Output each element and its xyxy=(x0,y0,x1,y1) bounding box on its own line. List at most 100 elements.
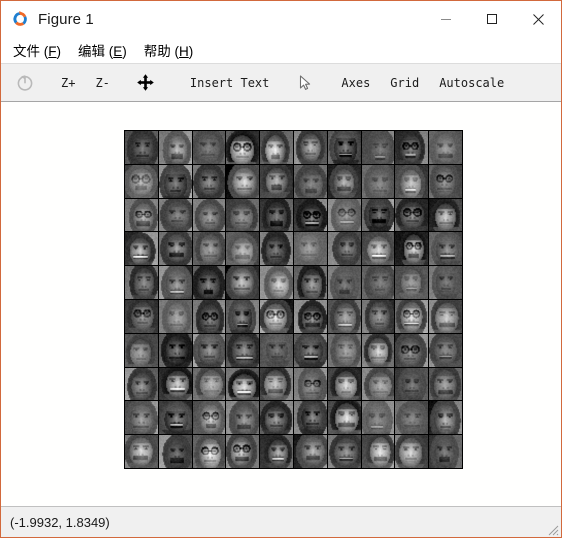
face-tile xyxy=(226,266,260,299)
face-thumbnail xyxy=(361,367,395,401)
face-thumbnail xyxy=(260,232,293,266)
face-thumbnail xyxy=(293,266,327,299)
face-tile xyxy=(429,333,462,367)
face-tile xyxy=(260,198,293,232)
face-tile xyxy=(361,367,395,401)
face-thumbnail xyxy=(429,232,462,266)
face-tile xyxy=(226,164,260,198)
figure-canvas[interactable] xyxy=(1,102,561,506)
face-thumbnail xyxy=(327,131,361,164)
face-thumbnail xyxy=(395,131,429,164)
reset-rotation-icon xyxy=(17,74,33,91)
face-thumbnail xyxy=(260,435,293,468)
face-thumbnail xyxy=(395,435,429,468)
insert-text-button[interactable]: Insert Text xyxy=(180,67,279,98)
zoom-out-button[interactable]: Z- xyxy=(85,67,119,98)
face-tile xyxy=(192,435,226,468)
close-button[interactable] xyxy=(515,1,561,37)
resize-grip-icon[interactable] xyxy=(545,522,559,536)
face-tile xyxy=(361,266,395,299)
face-thumbnail xyxy=(395,367,429,401)
face-tile xyxy=(125,266,158,299)
face-thumbnail xyxy=(361,198,395,232)
face-thumbnail xyxy=(429,266,462,299)
face-thumbnail xyxy=(260,198,293,232)
minimize-button[interactable] xyxy=(423,1,469,37)
face-thumbnail xyxy=(327,333,361,367)
face-thumbnail xyxy=(293,198,327,232)
face-tile xyxy=(293,131,327,164)
face-tile xyxy=(192,367,226,401)
face-tile xyxy=(192,198,226,232)
face-thumbnail xyxy=(429,435,462,468)
axes-button[interactable]: Axes xyxy=(331,67,380,98)
menu-help[interactable]: 帮助 (H) xyxy=(141,38,201,62)
face-thumbnail xyxy=(125,435,158,468)
face-thumbnail xyxy=(192,367,226,401)
face-thumbnail xyxy=(192,333,226,367)
face-tile xyxy=(158,367,192,401)
menu-file[interactable]: 文件 (F) xyxy=(10,38,68,62)
face-tile xyxy=(192,232,226,266)
face-thumbnail xyxy=(125,266,158,299)
zoom-in-button[interactable]: Z+ xyxy=(51,67,85,98)
pointer-select-button[interactable] xyxy=(287,67,323,98)
face-tile xyxy=(361,198,395,232)
face-tile xyxy=(293,333,327,367)
face-thumbnail xyxy=(327,367,361,401)
face-tile xyxy=(395,401,429,435)
face-thumbnail xyxy=(361,299,395,333)
face-thumbnail xyxy=(260,333,293,367)
face-thumbnail xyxy=(226,131,260,164)
grid-button[interactable]: Grid xyxy=(380,67,429,98)
pointer-select-icon xyxy=(300,74,311,90)
close-icon xyxy=(532,13,544,25)
face-tile xyxy=(260,299,293,333)
face-tile xyxy=(361,299,395,333)
face-tile xyxy=(260,131,293,164)
minimize-icon xyxy=(441,19,451,20)
face-thumbnail xyxy=(125,131,158,164)
face-thumbnail xyxy=(293,299,327,333)
face-tile xyxy=(226,131,260,164)
face-thumbnail xyxy=(158,299,192,333)
reset-rotation-button[interactable] xyxy=(7,67,43,98)
face-tile xyxy=(327,131,361,164)
coordinate-readout: (-1.9932, 1.8349) xyxy=(10,514,110,530)
face-tile xyxy=(395,299,429,333)
zoom-in-label: Z+ xyxy=(61,75,76,90)
maximize-button[interactable] xyxy=(469,1,515,37)
face-thumbnail xyxy=(327,435,361,468)
face-thumbnail xyxy=(158,435,192,468)
face-tile xyxy=(192,333,226,367)
face-tile xyxy=(429,435,462,468)
title-bar: Figure 1 xyxy=(1,1,561,37)
face-thumbnail xyxy=(327,401,361,435)
face-tile xyxy=(192,131,226,164)
face-tile xyxy=(327,266,361,299)
face-tile xyxy=(395,333,429,367)
face-tile xyxy=(260,367,293,401)
face-thumbnail xyxy=(429,131,462,164)
face-thumbnail xyxy=(192,266,226,299)
insert-text-label: Insert Text xyxy=(189,75,270,90)
face-tile xyxy=(226,367,260,401)
face-thumbnail xyxy=(327,232,361,266)
face-thumbnail xyxy=(125,164,158,198)
face-tile xyxy=(158,333,192,367)
face-tile xyxy=(125,299,158,333)
face-tile xyxy=(429,232,462,266)
menu-edit[interactable]: 编辑 (E) xyxy=(75,38,134,62)
face-thumbnail xyxy=(158,131,192,164)
pan-move-button[interactable] xyxy=(128,67,164,98)
face-tile xyxy=(361,435,395,468)
autoscale-button[interactable]: Autoscale xyxy=(429,67,514,98)
face-tile xyxy=(125,333,158,367)
face-thumbnail xyxy=(260,266,293,299)
face-thumbnail xyxy=(226,266,260,299)
face-tile xyxy=(125,367,158,401)
face-tile xyxy=(395,164,429,198)
face-tile xyxy=(327,435,361,468)
face-tile xyxy=(293,367,327,401)
face-tile xyxy=(395,367,429,401)
